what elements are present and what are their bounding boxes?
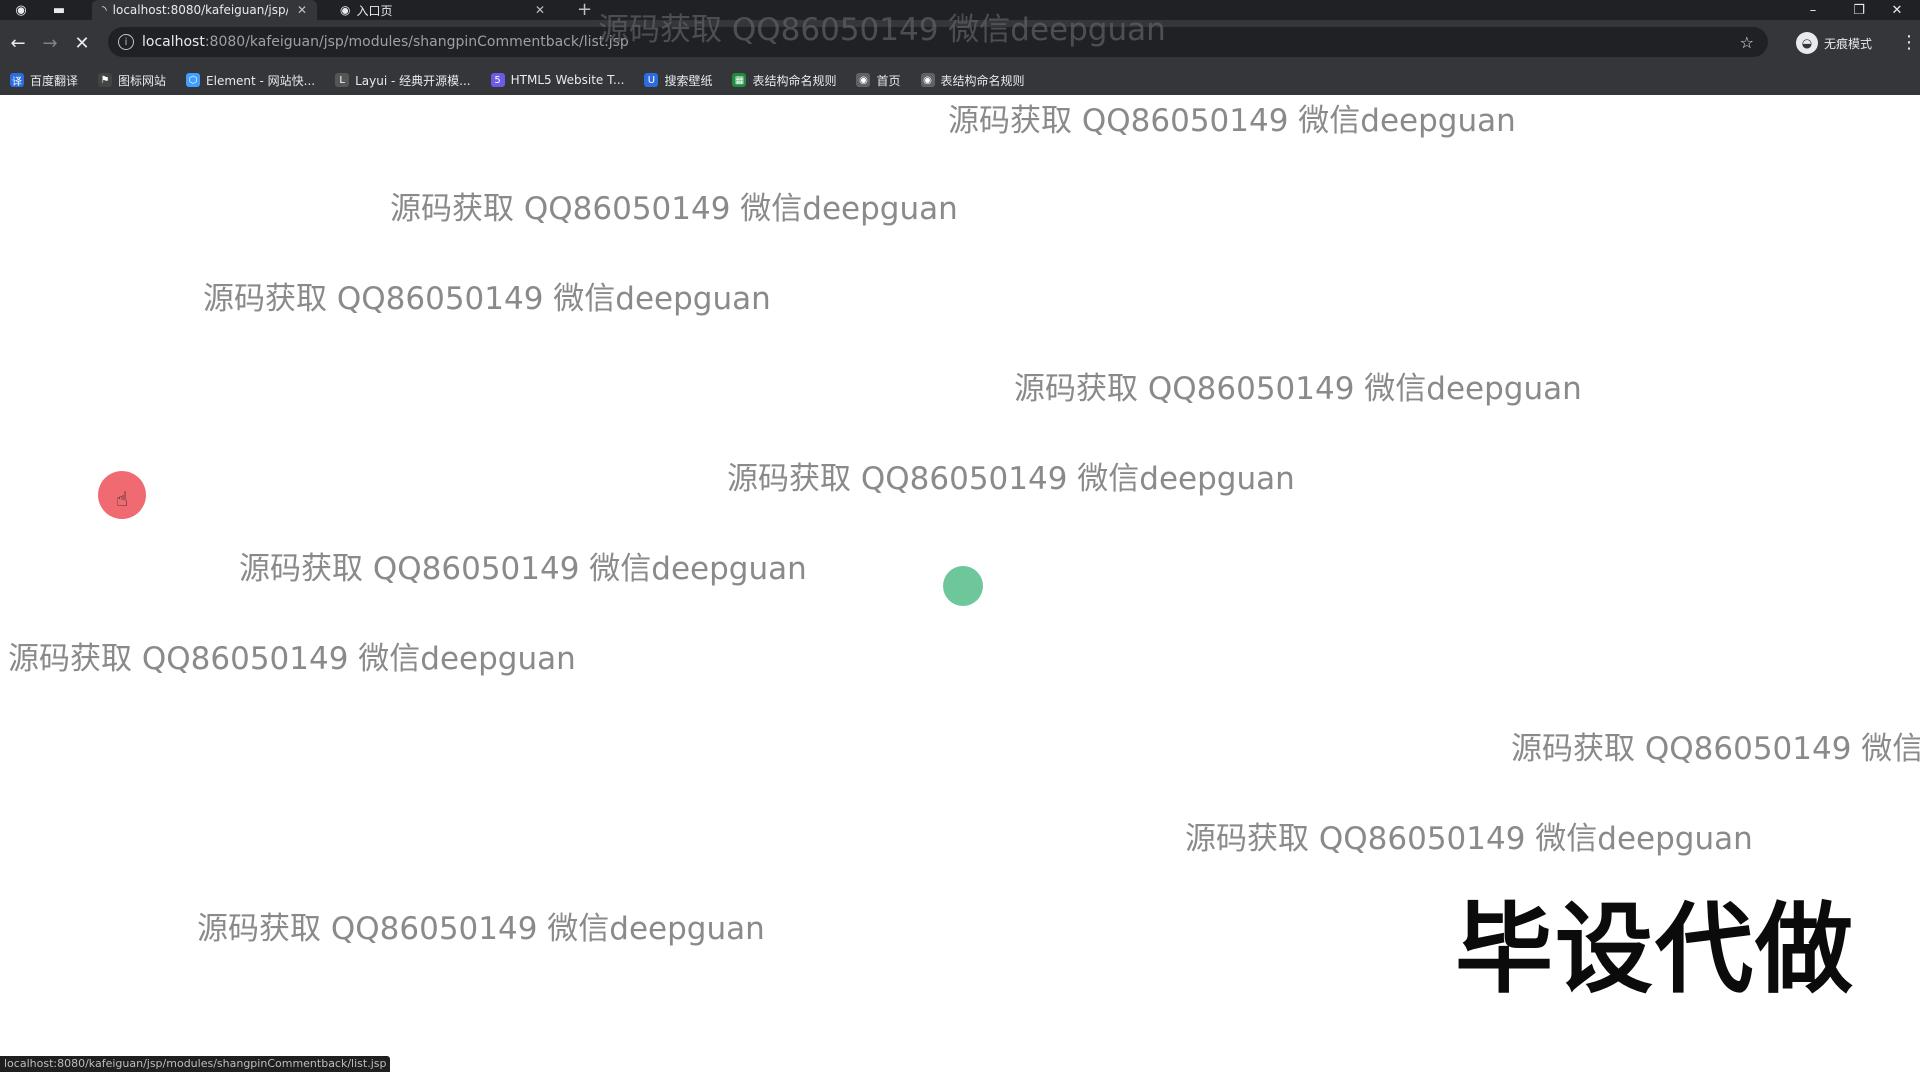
- watermark-text-partial: 源码获取 QQ86050149 微信d: [1511, 731, 1920, 767]
- bookmark-label: Element - 网站快...: [206, 73, 316, 88]
- bookmark-item[interactable]: L Layui - 经典开源模...: [335, 72, 471, 89]
- bookmark-item[interactable]: 译百度翻译: [10, 72, 78, 89]
- bookmark-label: 图标网站: [118, 73, 167, 88]
- window-icon[interactable]: ▬: [50, 1, 68, 19]
- layui-icon: L: [335, 73, 350, 87]
- watermark-text: 源码获取 QQ86050149 微信deepguan: [197, 911, 765, 947]
- bookmark-item[interactable]: ▦ 表结构命名规则: [732, 72, 836, 89]
- globe-icon: ◉: [856, 73, 871, 87]
- watermark-text: 源码获取 QQ86050149 微信deepguan: [948, 103, 1516, 139]
- close-icon[interactable]: ✕: [535, 3, 545, 17]
- tab-entry[interactable]: ◉ 入口页 ✕: [330, 0, 555, 20]
- bookmark-label: 百度翻译: [30, 73, 79, 88]
- back-button[interactable]: ←: [6, 31, 30, 55]
- bookmark-label: Layui - 经典开源模...: [355, 73, 471, 88]
- forward-button[interactable]: →: [38, 31, 62, 55]
- bookmark-item[interactable]: 5 HTML5 Website T...: [490, 73, 625, 87]
- url-host: localhost: [142, 34, 205, 50]
- loading-indicator: [943, 566, 983, 606]
- profile-label: 无痕模式: [1824, 36, 1873, 51]
- tab-label: 入口页: [356, 3, 393, 18]
- watermark-text: 源码获取 QQ86050149 微信deepguan: [1185, 821, 1753, 857]
- tab-active[interactable]: ◝ localhost:8080/kafeiguan/jsp/ ✕: [92, 0, 317, 20]
- bookmark-label: 搜索壁纸: [664, 73, 713, 88]
- close-icon[interactable]: ✕: [297, 3, 307, 17]
- watermark-text: 源码获取 QQ86050149 微信deepguan: [203, 281, 771, 317]
- watermark-text: 源码获取 QQ86050149 微信deepguan: [598, 12, 1166, 48]
- element-icon: ⬡: [186, 73, 201, 87]
- bookmark-label: 表结构命名规则: [752, 73, 837, 88]
- bookmark-item[interactable]: ◉ 首页: [856, 72, 901, 89]
- loading-icon: ◝: [102, 3, 107, 17]
- globe-icon: ◉: [920, 73, 935, 87]
- globe-icon[interactable]: ◉: [12, 1, 30, 19]
- incognito-icon: ◒: [1796, 32, 1818, 54]
- new-tab-button[interactable]: +: [577, 0, 592, 20]
- bookmark-label: 首页: [876, 73, 901, 88]
- info-icon[interactable]: i: [118, 34, 134, 50]
- menu-icon[interactable]: ⋮: [1900, 32, 1918, 53]
- url-path: :8080/kafeiguan/jsp/modules/shangpinComm…: [204, 34, 629, 50]
- wallpaper-icon: U: [644, 73, 659, 87]
- star-icon[interactable]: ☆: [1740, 33, 1754, 52]
- hand-cursor-icon: ☝: [116, 487, 129, 511]
- minimize-button[interactable]: –: [1790, 0, 1836, 20]
- bookmark-item[interactable]: U 搜索壁纸: [644, 72, 712, 89]
- close-window-button[interactable]: ✕: [1874, 0, 1920, 20]
- watermark-text: 源码获取 QQ86050149 微信deepguan: [1014, 371, 1582, 407]
- stamp-text: 毕设代做: [1455, 893, 1856, 1007]
- html5-icon: 5: [490, 73, 505, 87]
- watermark-text: 源码获取 QQ86050149 微信deepguan: [8, 641, 576, 677]
- bookmark-label: 表结构命名规则: [940, 73, 1025, 88]
- sheet-icon: ▦: [732, 73, 747, 87]
- page-content: 源码获取 QQ86050149 微信deepguan 源码获取 QQ860501…: [0, 95, 1920, 1072]
- watermark-text: 源码获取 QQ86050149 微信deepguan: [390, 191, 958, 227]
- tab-label: localhost:8080/kafeiguan/jsp/: [112, 3, 288, 17]
- bookmark-item[interactable]: ⚑ 图标网站: [98, 72, 166, 89]
- watermark-text: 源码获取 QQ86050149 微信deepguan: [727, 461, 1295, 497]
- globe-icon: ◉: [340, 3, 351, 17]
- stop-loading-button[interactable]: ✕: [70, 31, 94, 55]
- watermark-text: 源码获取 QQ86050149 微信deepguan: [239, 551, 807, 587]
- bookmark-label: HTML5 Website T...: [510, 73, 625, 87]
- bookmark-item[interactable]: ⬡ Element - 网站快...: [186, 72, 315, 89]
- status-bar-url: localhost:8080/kafeiguan/jsp/modules/sha…: [0, 1056, 391, 1072]
- flag-icon: ⚑: [98, 73, 113, 87]
- bookmark-item[interactable]: ◉ 表结构命名规则: [920, 72, 1025, 89]
- bookmarks-bar: 译百度翻译 ⚑ 图标网站 ⬡ Element - 网站快... L Layui - 经…: [0, 65, 1920, 95]
- translate-icon: 译: [10, 73, 24, 88]
- incognito-profile[interactable]: ◒ 无痕模式: [1796, 32, 1872, 54]
